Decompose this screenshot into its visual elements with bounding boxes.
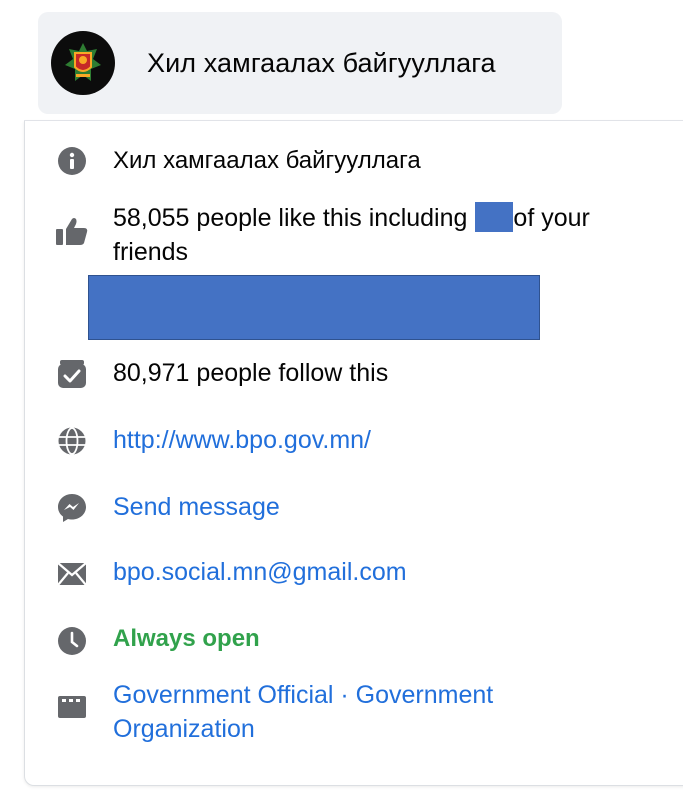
thumbs-up-icon	[52, 211, 92, 251]
likes-text: 58,055 people like this including of your…	[113, 201, 683, 269]
envelope-icon	[52, 554, 92, 594]
messenger-icon	[52, 488, 92, 528]
followers-text: 80,971 people follow this	[113, 359, 389, 387]
likes-line2: friends	[113, 238, 189, 266]
page-header[interactable]: Хил хамгаалах байгууллага	[38, 12, 562, 114]
likes-count: 58,055 people like this including	[113, 204, 468, 232]
category-line1[interactable]: Government Official · Government	[113, 681, 493, 709]
category-links[interactable]: Government Official · Government Organiz…	[113, 678, 673, 746]
email-link[interactable]: bpo.social.mn@gmail.com	[113, 555, 407, 589]
hours-status: Always open	[113, 625, 260, 652]
globe-icon	[52, 421, 92, 461]
page-title[interactable]: Хил хамгаалах байгууллага	[147, 48, 496, 79]
clock-icon	[52, 621, 92, 661]
page-about-panel: Хил хамгаалах байгууллага Хил хамгаалах …	[0, 0, 683, 792]
send-message-link[interactable]: Send message	[113, 490, 280, 524]
redacted-friends-block	[88, 275, 540, 340]
redacted-friend-count	[475, 202, 514, 232]
follow-check-icon	[52, 354, 92, 394]
avatar[interactable]	[51, 31, 115, 95]
website-link[interactable]: http://www.bpo.gov.mn/	[113, 423, 371, 457]
info-icon	[52, 141, 92, 181]
page-name-row: Хил хамгаалах байгууллага	[113, 147, 421, 174]
category-line2[interactable]: Organization	[113, 715, 255, 743]
folder-icon	[52, 686, 92, 726]
likes-suffix: of your	[513, 204, 590, 232]
about-card: Хил хамгаалах байгууллага 58,055 people …	[24, 121, 683, 786]
emblem-icon	[65, 43, 101, 81]
